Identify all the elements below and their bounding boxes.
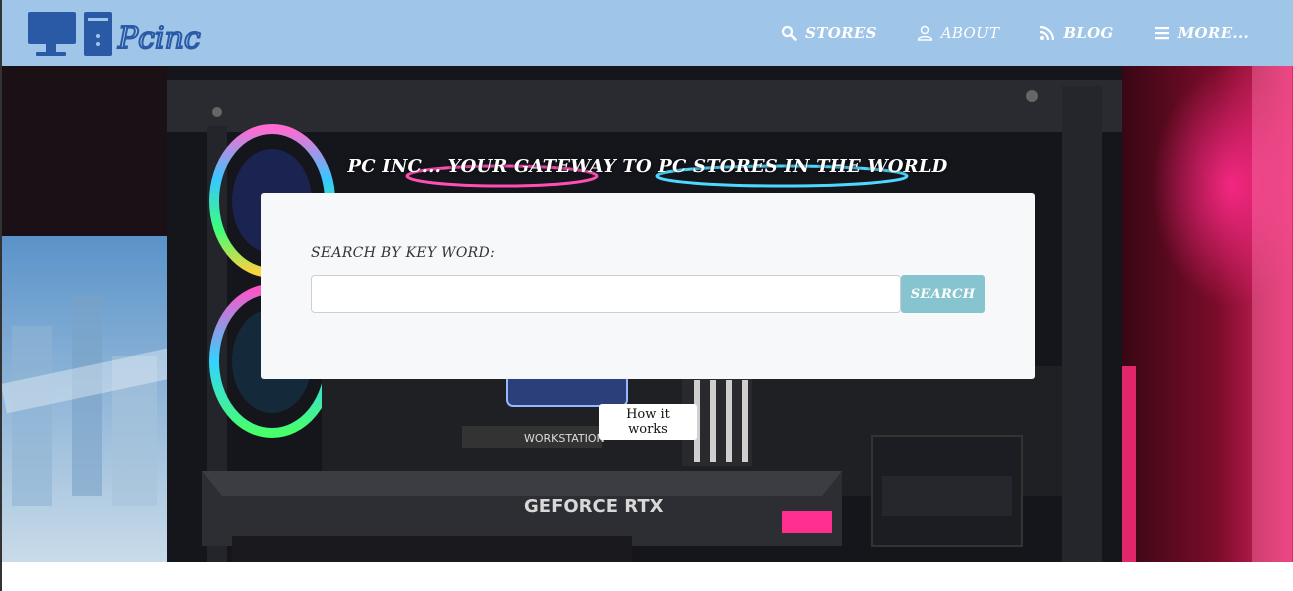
search-label: SEARCH BY KEY WORD: (311, 245, 495, 261)
how-it-works-button[interactable]: How it works (599, 404, 697, 440)
hero-section: WORKSTATION GEFORCE RTX PC INC... YOUR G… (2, 66, 1293, 562)
board-label: WORKSTATION (524, 432, 605, 445)
page: Pcinc STORES ABOUT BLOG MORE... WORKSTAT… (0, 0, 1293, 591)
menu-icon (1154, 27, 1169, 40)
nav-about[interactable]: ABOUT (917, 24, 1000, 42)
nav-blog[interactable]: BLOG (1039, 24, 1113, 42)
nav-blog-label: BLOG (1063, 24, 1114, 42)
search-card: SEARCH BY KEY WORD: SEARCH (261, 193, 1035, 379)
search-input[interactable] (311, 275, 901, 313)
search-icon (782, 25, 797, 41)
nav-about-label: ABOUT (940, 24, 1000, 42)
user-icon (917, 25, 932, 41)
search-button[interactable]: SEARCH (901, 275, 985, 313)
hero-title: PC INC... YOUR GATEWAY TO PC STORES IN T… (347, 156, 948, 177)
logo[interactable]: Pcinc (26, 10, 231, 58)
rss-icon (1040, 25, 1055, 41)
logo-text: Pcinc (117, 21, 201, 56)
nav-more[interactable]: MORE... (1154, 24, 1249, 42)
gpu-label: GEFORCE RTX (524, 496, 664, 517)
nav-stores[interactable]: STORES (781, 24, 877, 42)
navbar: Pcinc STORES ABOUT BLOG MORE... (2, 0, 1293, 66)
nav-stores-label: STORES (805, 24, 877, 42)
nav-links: STORES ABOUT BLOG MORE... (781, 0, 1249, 66)
nav-more-label: MORE... (1177, 24, 1249, 42)
